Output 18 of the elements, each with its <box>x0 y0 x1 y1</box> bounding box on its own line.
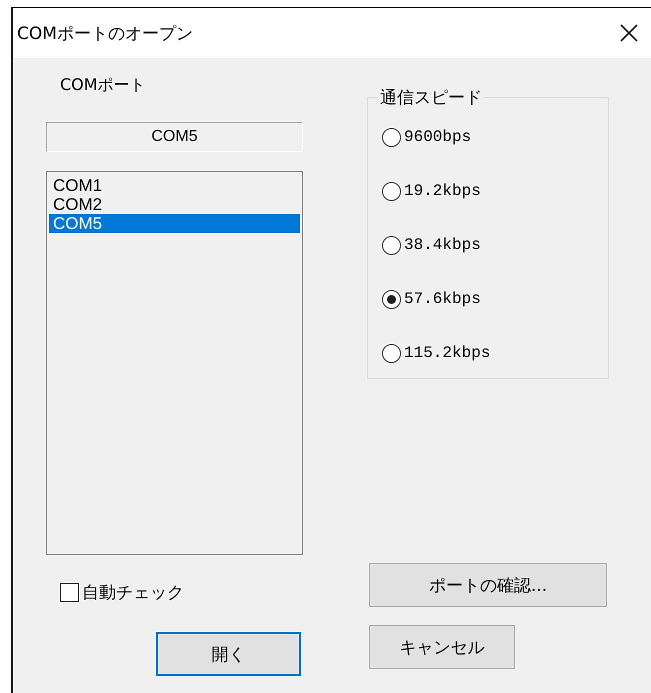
port-display-field: COM5 <box>46 122 303 152</box>
check-port-button[interactable]: ポートの確認... <box>369 563 607 607</box>
window-title: COMポートのオープン <box>17 22 193 44</box>
cancel-button[interactable]: キャンセル <box>369 625 515 669</box>
list-item[interactable]: COM2 <box>49 195 300 214</box>
port-list[interactable]: COM1 COM2 COM5 <box>46 171 303 555</box>
list-item[interactable]: COM5 <box>49 214 300 233</box>
radio-option[interactable]: 19.2kbps <box>382 164 608 218</box>
port-label: COMポート <box>60 75 146 95</box>
auto-check-checkbox[interactable]: 自動チェック <box>60 581 184 604</box>
list-item[interactable]: COM1 <box>49 176 300 195</box>
radio-option[interactable]: 9600bps <box>382 110 608 164</box>
group-title: 通信スピード <box>379 87 483 109</box>
radio-option[interactable]: 38.4kbps <box>382 218 608 272</box>
open-button[interactable]: 開く <box>156 632 301 676</box>
radio-option[interactable]: 115.2kbps <box>382 326 608 380</box>
close-icon[interactable] <box>619 23 639 43</box>
radio-option[interactable]: 57.6kbps <box>382 272 608 326</box>
